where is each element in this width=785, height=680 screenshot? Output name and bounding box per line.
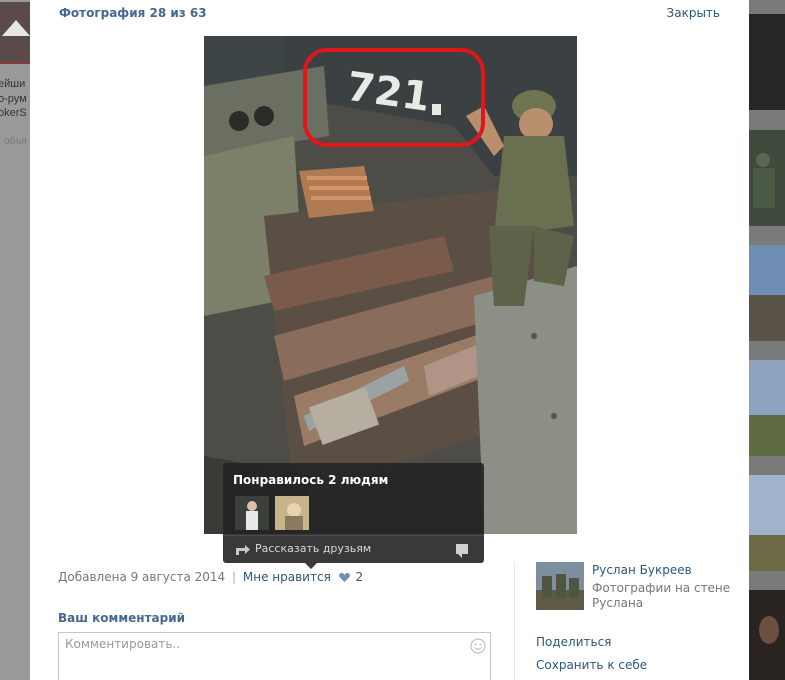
smile-icon[interactable] [470, 638, 486, 654]
background-text: объя [4, 136, 27, 147]
thumbnail [749, 14, 785, 110]
photo-viewer: Фотография 28 из 63 Закрыть 721 Понравил… [30, 0, 749, 680]
thumbnail [749, 475, 785, 571]
meta-separator: | [232, 570, 237, 584]
heart-icon[interactable] [338, 572, 350, 582]
background-text: ейши [0, 78, 26, 90]
photo[interactable]: 721 [204, 36, 577, 534]
owner-avatar[interactable] [536, 562, 584, 610]
share-label: Рассказать друзьям [255, 542, 372, 555]
comment-box [58, 632, 491, 680]
background-left-panel: ейши о-рум okerS объя [0, 0, 30, 680]
liker-avatar[interactable] [275, 496, 309, 530]
like-count[interactable]: 2 [355, 570, 363, 584]
background-right-thumbnails [749, 0, 785, 680]
popup-tail [305, 563, 317, 569]
photo-counter: Фотография 28 из 63 [59, 6, 207, 20]
owner-album-label[interactable]: Фотографии на стене Руслана [592, 581, 732, 611]
comment-input[interactable] [59, 633, 490, 680]
thumbnail [749, 130, 785, 226]
added-date: Добавлена 9 августа 2014 [58, 570, 226, 584]
thumbnail [749, 360, 785, 456]
likes-popup: Понравилось 2 людям Рассказать друзьям [223, 463, 484, 569]
owner-name-link[interactable]: Руслан Букреев [592, 563, 692, 577]
share-arrow-icon [236, 545, 250, 555]
liker-avatar[interactable] [235, 496, 269, 530]
background-logo [0, 2, 30, 64]
close-button[interactable]: Закрыть [667, 6, 720, 20]
share-with-friends-button[interactable]: Рассказать друзьям [223, 535, 484, 563]
likes-popup-title: Понравилось 2 людям [233, 473, 389, 487]
photo-meta: Добавлена 9 августа 2014 | Мне нравится … [58, 570, 363, 584]
background-text: о-рум [0, 93, 27, 105]
background-text: okerS [0, 107, 27, 119]
thumbnail [749, 590, 785, 680]
comment-heading: Ваш комментарий [58, 611, 186, 625]
share-link[interactable]: Поделиться [536, 635, 611, 649]
thumbnail [749, 245, 785, 341]
column-divider [514, 562, 515, 680]
comment-icon [456, 544, 468, 558]
save-to-self-link[interactable]: Сохранить к себе [536, 658, 647, 672]
like-button[interactable]: Мне нравится [243, 570, 331, 584]
